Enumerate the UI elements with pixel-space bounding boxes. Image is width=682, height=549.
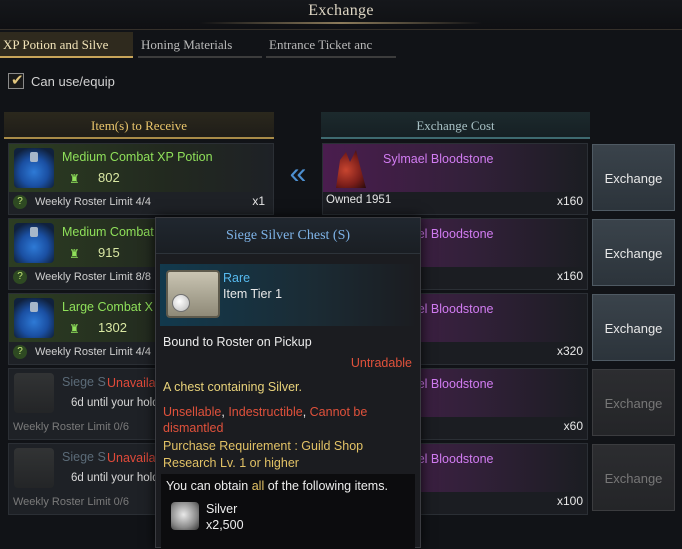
help-icon[interactable]: ? [13,345,27,359]
exchange-button[interactable]: Exchange [592,444,675,511]
obtain-post: of the following items. [264,479,388,493]
item-name: Medium Combat XP Potion [62,150,213,164]
helmet-icon: ♜ [69,322,80,336]
unavailable-label: Unavaila [107,376,156,390]
roster-limit: Weekly Roster Limit 0/6 [13,421,129,433]
exchange-button[interactable]: Exchange [592,294,675,361]
cost-qty: x60 [563,419,583,433]
item-name: Siege S [62,375,106,389]
silver-icon [171,502,199,530]
item-value: 802 [98,170,120,185]
cost-item[interactable]: Sylmael Bloodstone Owned 1951 x160 [322,143,588,215]
obtain-all: all [251,479,265,493]
obtain-pre: You can obtain [166,479,252,493]
item-rarity: Rare [223,271,251,285]
chest-icon [14,373,54,413]
window-header: Exchange [0,0,682,30]
silver-chest-icon [166,270,220,318]
help-icon[interactable]: ? [13,270,27,284]
exchange-button[interactable]: Exchange [592,219,675,286]
receive-item[interactable]: Medium Combat XP Potion ♜ 802 ? Weekly R… [8,143,274,215]
helmet-icon: ♜ [69,172,80,186]
window-title: Exchange [308,2,374,19]
owned-count: Owned 1951 [326,194,392,206]
tooltip-item-header: Rare Item Tier 1 [160,264,418,326]
item-tooltip: Siege Silver Chest (S) Rare Item Tier 1 … [155,217,421,549]
item-description: A chest containing Silver. [163,380,302,394]
can-use-checkbox[interactable]: ✔ [8,72,24,89]
exchange-button[interactable]: Exchange [592,369,675,436]
cost-column-header: Exchange Cost [321,112,590,139]
cost-qty: x160 [556,194,583,208]
item-name: Large Combat X [62,300,154,314]
helmet-icon: ♜ [69,247,80,261]
can-use-label: Can use/equip [31,74,115,89]
cost-qty: x320 [556,344,583,358]
restrictions-line: Unsellable, Indestructible, Cannot be [163,405,367,419]
potion-icon [14,298,54,338]
item-name: Siege S [62,450,106,464]
tab-honing-materials[interactable]: Honing Materials [138,32,262,58]
cost-qty: x100 [556,494,583,508]
roster-limit: Weekly Roster Limit 4/4 [35,196,151,208]
separator: , [302,405,310,419]
cost-qty: x160 [556,269,583,283]
roster-limit: Weekly Roster Limit 8/8 [35,271,151,283]
hold-timer: 6d until your hold [71,397,159,409]
roster-limit: Weekly Roster Limit 0/6 [13,496,129,508]
checkmark-icon: ✔ [11,72,24,89]
unsellable-text: Unsellable [163,405,222,419]
reward-qty: x2,500 [206,518,244,532]
obtain-text: You can obtain all of the following item… [166,479,388,493]
reward-name: Silver [206,502,238,516]
exchange-button[interactable]: Exchange [592,144,675,211]
exchange-row: Medium Combat XP Potion ♜ 802 ? Weekly R… [0,143,682,218]
item-name: Medium Combat [62,225,154,239]
chest-icon [14,448,54,488]
hold-timer: 6d until your hold [71,472,159,484]
potion-icon [14,148,54,188]
cost-name: Sylmael Bloodstone [383,152,494,166]
tab-entrance-ticket[interactable]: Entrance Ticket anc [266,32,396,58]
help-icon[interactable]: ? [13,195,27,209]
coin-icon [172,294,190,312]
receive-column-header: Item(s) to Receive [4,112,274,139]
unavailable-label: Unavaila [107,451,156,465]
bound-text: Bound to Roster on Pickup [163,335,312,349]
reward-section: You can obtain all of the following item… [161,474,415,549]
cannot-be-text: Cannot be [309,405,368,419]
potion-icon [14,223,54,263]
dismantled-text: dismantled [163,421,224,435]
tooltip-title: Siege Silver Chest (S) [156,218,420,254]
receive-qty: x1 [252,194,265,208]
item-tier: Item Tier 1 [223,287,283,301]
roster-limit: Weekly Roster Limit 4/4 [35,346,151,358]
title-underline [200,22,482,24]
item-value: 1302 [98,320,127,335]
requirement-line-1: Purchase Requirement : Guild Shop [163,439,364,453]
tab-xp-potion-silver[interactable]: XP Potion and Silve [0,32,133,58]
item-value: 915 [98,245,120,260]
untradable-text: Untradable [350,356,412,370]
indestructible-text: Indestructible [228,405,303,419]
requirement-line-2: Research Lv. 1 or higher [163,456,299,470]
